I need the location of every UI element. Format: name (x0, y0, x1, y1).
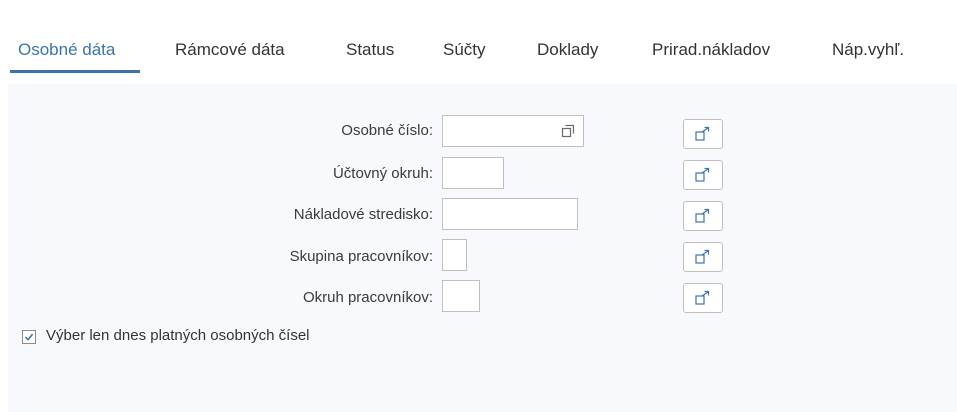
personnel-number-field[interactable] (442, 115, 584, 147)
active-tab-indicator (10, 70, 140, 73)
tab-prirad-nakladov[interactable]: Prirad.nákladov (652, 40, 770, 70)
value-help-icon[interactable] (553, 116, 583, 146)
multiple-selection-icon (695, 208, 710, 223)
multiple-selection-button-cost-center[interactable] (683, 201, 723, 231)
employee-subgroup-field[interactable] (442, 280, 480, 312)
tab-ramcove-data[interactable]: Rámcové dáta (175, 40, 285, 70)
valid-today-checkbox[interactable] (22, 330, 36, 344)
multiple-selection-icon (695, 290, 710, 305)
tab-sucty[interactable]: Súčty (443, 40, 486, 70)
multiple-selection-button-employee-subgroup[interactable] (683, 283, 723, 313)
company-code-label: Účtovný okruh: (332, 165, 433, 182)
multiple-selection-button-company-code[interactable] (683, 160, 723, 190)
company-code-field[interactable] (442, 157, 504, 189)
multiple-selection-icon (695, 167, 710, 182)
multiple-selection-icon (695, 126, 710, 141)
cost-center-field[interactable] (442, 198, 578, 230)
employee-subgroup-label: Okruh pracovníkov: (302, 289, 433, 306)
tab-doklady[interactable]: Doklady (537, 40, 598, 70)
personnel-number-label: Osobné číslo: (341, 122, 433, 139)
employee-group-label: Skupina pracovníkov: (289, 248, 433, 265)
cost-center-label: Nákladové stredisko: (293, 206, 433, 223)
tab-bar: Osobné dáta Rámcové dáta Status Súčty Do… (0, 0, 957, 80)
employee-group-field[interactable] (442, 239, 467, 271)
multiple-selection-button-personnel-number[interactable] (683, 119, 723, 149)
tab-osobne-data[interactable]: Osobné dáta (18, 40, 115, 70)
multiple-selection-icon (695, 249, 710, 264)
tab-status[interactable]: Status (346, 40, 394, 70)
multiple-selection-button-employee-group[interactable] (683, 242, 723, 272)
checkmark-icon (24, 333, 34, 341)
valid-today-checkbox-label[interactable]: Výber len dnes platných osobných čísel (46, 327, 310, 344)
tab-nap-vyhl[interactable]: Náp.vyhľ. (832, 40, 904, 70)
